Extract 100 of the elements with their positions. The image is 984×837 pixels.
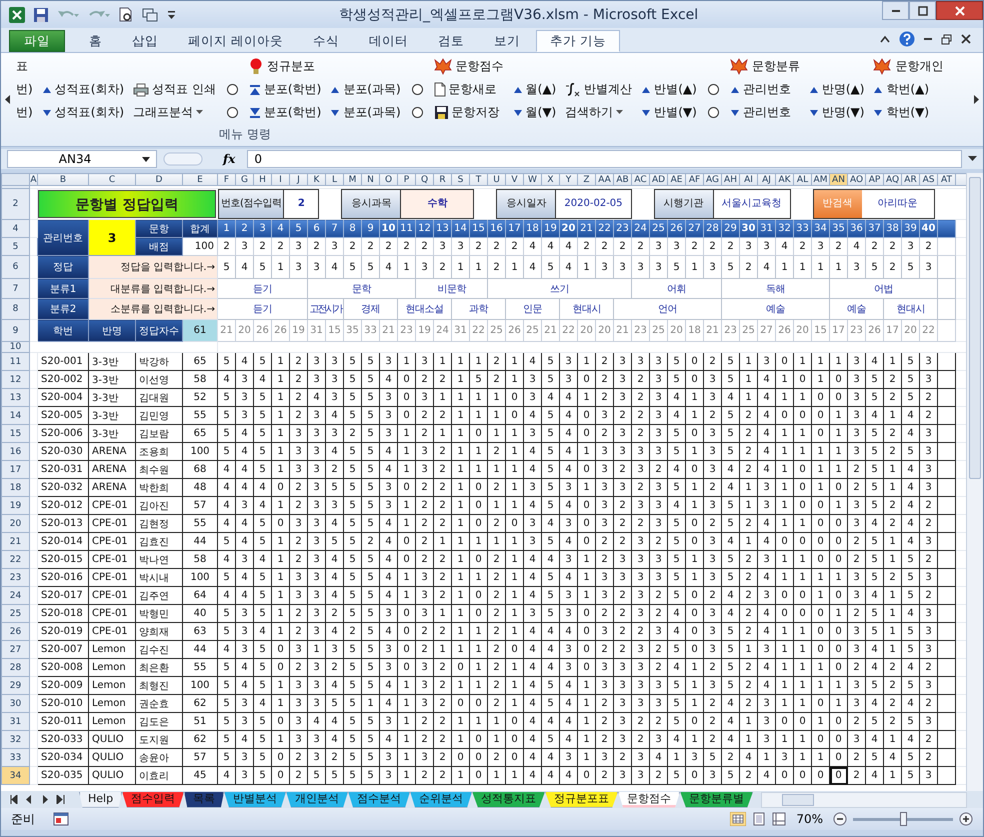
column-header[interactable]: T <box>470 174 488 186</box>
horizontal-scrollbar[interactable] <box>761 792 967 808</box>
column-header[interactable]: P <box>398 174 416 186</box>
column-header[interactable]: AI <box>740 174 758 186</box>
column-header[interactable]: E <box>182 174 218 186</box>
column-header[interactable]: Y <box>560 174 578 186</box>
ribbon-button[interactable]: 문항개인 <box>871 56 946 76</box>
column-header[interactable]: S <box>452 174 470 186</box>
column-header[interactable]: AM <box>812 174 830 186</box>
row-header[interactable]: 9 <box>2 320 30 342</box>
column-header[interactable]: AC <box>632 174 650 186</box>
row-header[interactable]: 28 <box>2 658 30 676</box>
column-header[interactable]: N <box>362 174 380 186</box>
column-header[interactable]: AP <box>866 174 884 186</box>
sheet-tab[interactable]: 문항분류별 <box>680 792 754 808</box>
row-header[interactable]: 17 <box>2 460 30 478</box>
ribbon-button[interactable]: 문항점수 <box>432 56 506 76</box>
dropdown-icon[interactable] <box>142 156 150 162</box>
close-button[interactable] <box>936 1 983 20</box>
ribbon-tab[interactable]: 파일 <box>9 30 65 52</box>
row-header[interactable]: 31 <box>2 712 30 730</box>
ribbon-tab[interactable]: 검토 <box>424 30 478 52</box>
column-header[interactable]: X <box>542 174 560 186</box>
sheet-tab[interactable]: Help <box>79 792 122 808</box>
resize-handle-icon[interactable] <box>163 151 203 167</box>
column-header[interactable]: AO <box>848 174 866 186</box>
ribbon-button[interactable]: 번) <box>14 102 35 122</box>
ribbon-button[interactable]: 그래프분석 <box>131 102 206 122</box>
ribbon-tab[interactable]: 삽입 <box>118 30 172 52</box>
row-header[interactable]: 30 <box>2 694 30 712</box>
column-header[interactable]: W <box>524 174 542 186</box>
radio-button[interactable] <box>708 84 719 95</box>
column-header[interactable]: M <box>344 174 362 186</box>
ribbon-button[interactable]: 문항새로 <box>432 80 499 100</box>
column-header[interactable]: AJ <box>758 174 776 186</box>
ribbon-button[interactable]: 관리번호 <box>728 102 793 122</box>
row-header[interactable]: 5 <box>2 238 30 256</box>
row-header[interactable]: 16 <box>2 442 30 460</box>
row-header[interactable]: 18 <box>2 478 30 496</box>
column-header[interactable]: AT <box>938 174 956 186</box>
maximize-button[interactable] <box>909 1 936 20</box>
column-header[interactable]: B <box>38 174 88 186</box>
ribbon-button[interactable]: 반명(▲) <box>806 80 866 100</box>
ribbon-button[interactable]: 월(▲) <box>510 80 558 100</box>
ribbon-button[interactable]: 성적표(회차) <box>40 102 126 122</box>
page-break-view-icon[interactable] <box>772 812 786 826</box>
sheet-tab[interactable]: 정규분포표 <box>545 792 618 808</box>
scroll-left-icon[interactable] <box>5 95 10 104</box>
column-header[interactable]: C <box>88 174 136 186</box>
sheet-tab[interactable]: 반별분석 <box>224 792 286 808</box>
column-header[interactable]: AF <box>686 174 704 186</box>
ribbon-button[interactable]: 분포(과목) <box>328 80 403 100</box>
row-header[interactable]: 32 <box>2 730 30 748</box>
help-icon[interactable] <box>899 31 915 47</box>
print-preview-icon[interactable] <box>119 7 133 22</box>
sheet-tab[interactable]: 점수분석 <box>348 792 410 808</box>
column-header[interactable]: AG <box>704 174 722 186</box>
row-header[interactable]: 15 <box>2 424 30 442</box>
row-header[interactable]: 22 <box>2 550 30 568</box>
radio-button[interactable] <box>708 107 719 118</box>
sheet-tab[interactable]: 개인분석 <box>286 792 348 808</box>
ribbon-button[interactable]: 번) <box>14 80 35 100</box>
row-header[interactable]: 11 <box>2 352 30 370</box>
row-header[interactable]: 12 <box>2 370 30 388</box>
column-header[interactable]: AB <box>614 174 632 186</box>
zoom-out-icon[interactable] <box>833 812 847 826</box>
ribbon-tab[interactable]: 데이터 <box>354 30 422 52</box>
column-header[interactable]: K <box>308 174 326 186</box>
column-header[interactable]: Q <box>416 174 434 186</box>
column-header[interactable]: Z <box>578 174 596 186</box>
ribbon-button[interactable]: 문항분류 <box>728 56 802 76</box>
column-header[interactable]: AK <box>776 174 794 186</box>
column-header[interactable]: F <box>218 174 236 186</box>
ribbon-button[interactable]: 성적표 인쇄 <box>131 80 218 100</box>
normal-view-icon[interactable] <box>730 812 746 826</box>
windows-icon[interactable] <box>142 8 158 22</box>
column-header[interactable]: V <box>506 174 524 186</box>
ribbon-button[interactable]: 검색하기 <box>563 102 626 122</box>
sheet-tab[interactable]: 점수입력 <box>122 792 184 808</box>
customize-dropdown-icon[interactable] <box>167 10 176 20</box>
expand-icon[interactable] <box>968 156 977 162</box>
row-header[interactable]: 23 <box>2 568 30 586</box>
column-header[interactable]: U <box>488 174 506 186</box>
row-header[interactable]: 19 <box>2 496 30 514</box>
row-header[interactable]: 6 <box>2 256 30 278</box>
column-header[interactable]: O <box>380 174 398 186</box>
macro-record-icon[interactable] <box>53 812 69 826</box>
ribbon-button[interactable]: 반명(▼) <box>806 102 866 122</box>
ribbon-button[interactable]: 성적표(회차) <box>40 80 126 100</box>
ribbon-button[interactable]: 분포(학번) <box>246 102 324 122</box>
minimize-button[interactable] <box>882 1 909 20</box>
radio-button[interactable] <box>412 107 423 118</box>
column-header[interactable]: I <box>272 174 290 186</box>
ribbon-button[interactable]: 표 <box>14 56 30 76</box>
column-header[interactable]: D <box>136 174 182 186</box>
save-icon[interactable] <box>34 8 48 22</box>
ribbon-button[interactable]: 반별계산 <box>563 80 634 100</box>
scroll-right-icon[interactable] <box>974 95 979 104</box>
sheet-tab[interactable]: 성적통지표 <box>472 792 546 808</box>
column-header[interactable]: AS <box>920 174 938 186</box>
